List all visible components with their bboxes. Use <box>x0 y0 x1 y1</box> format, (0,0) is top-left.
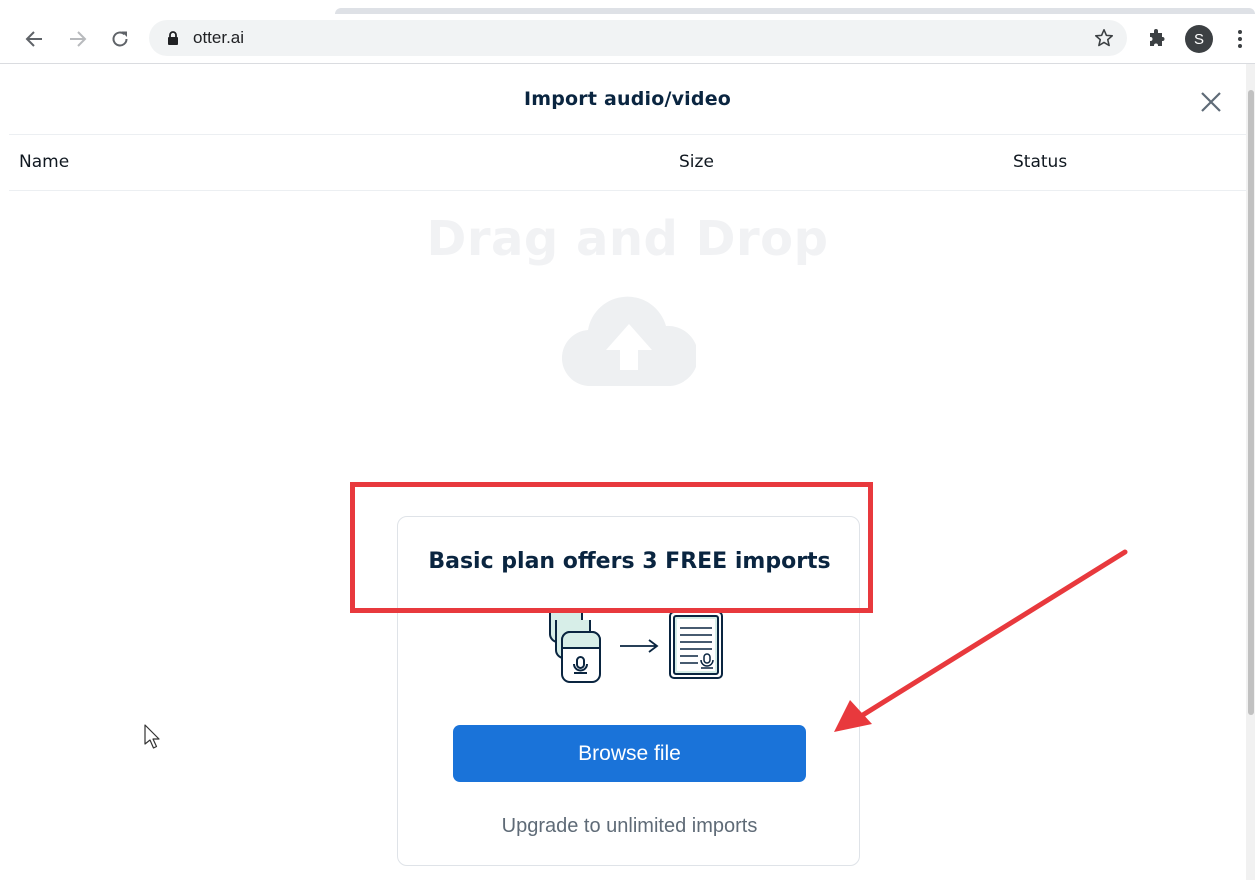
kebab-menu-icon[interactable] <box>1230 27 1250 51</box>
forward-arrow-icon <box>70 31 87 47</box>
browse-file-button[interactable]: Browse file <box>453 725 806 782</box>
header-divider <box>9 134 1246 135</box>
import-modal: Import audio/video Name Size Status Drag… <box>9 66 1246 880</box>
dropzone-title: Drag and Drop <box>426 211 829 267</box>
url-text: otter.ai <box>193 28 245 47</box>
back-arrow-icon <box>25 31 42 47</box>
scrollbar-thumb[interactable] <box>1248 90 1254 715</box>
annotation-arrow-icon <box>834 549 1128 732</box>
star-icon[interactable] <box>1093 27 1115 49</box>
reload-icon <box>112 31 128 47</box>
avatar[interactable]: S <box>1185 25 1213 53</box>
upgrade-link[interactable]: Upgrade to unlimited imports <box>398 815 861 838</box>
annotation-highlight-box <box>350 482 873 613</box>
table-header-divider <box>9 190 1246 191</box>
extensions-icon[interactable] <box>1145 27 1169 51</box>
forward-button[interactable] <box>62 24 92 54</box>
lock-icon <box>168 31 178 45</box>
audio-to-transcript-icon <box>549 612 723 683</box>
modal-title: Import audio/video <box>523 88 732 110</box>
mouse-cursor-icon <box>144 724 160 749</box>
column-header-status: Status <box>1013 152 1068 172</box>
close-icon[interactable] <box>1197 88 1225 116</box>
cloud-upload-icon <box>562 296 696 386</box>
address-bar[interactable]: otter.ai <box>149 20 1127 56</box>
column-header-name: Name <box>19 152 70 172</box>
column-header-size: Size <box>679 152 714 172</box>
back-button[interactable] <box>20 24 50 54</box>
browser-toolbar: otter.ai S <box>0 14 1255 64</box>
reload-button[interactable] <box>105 24 135 54</box>
